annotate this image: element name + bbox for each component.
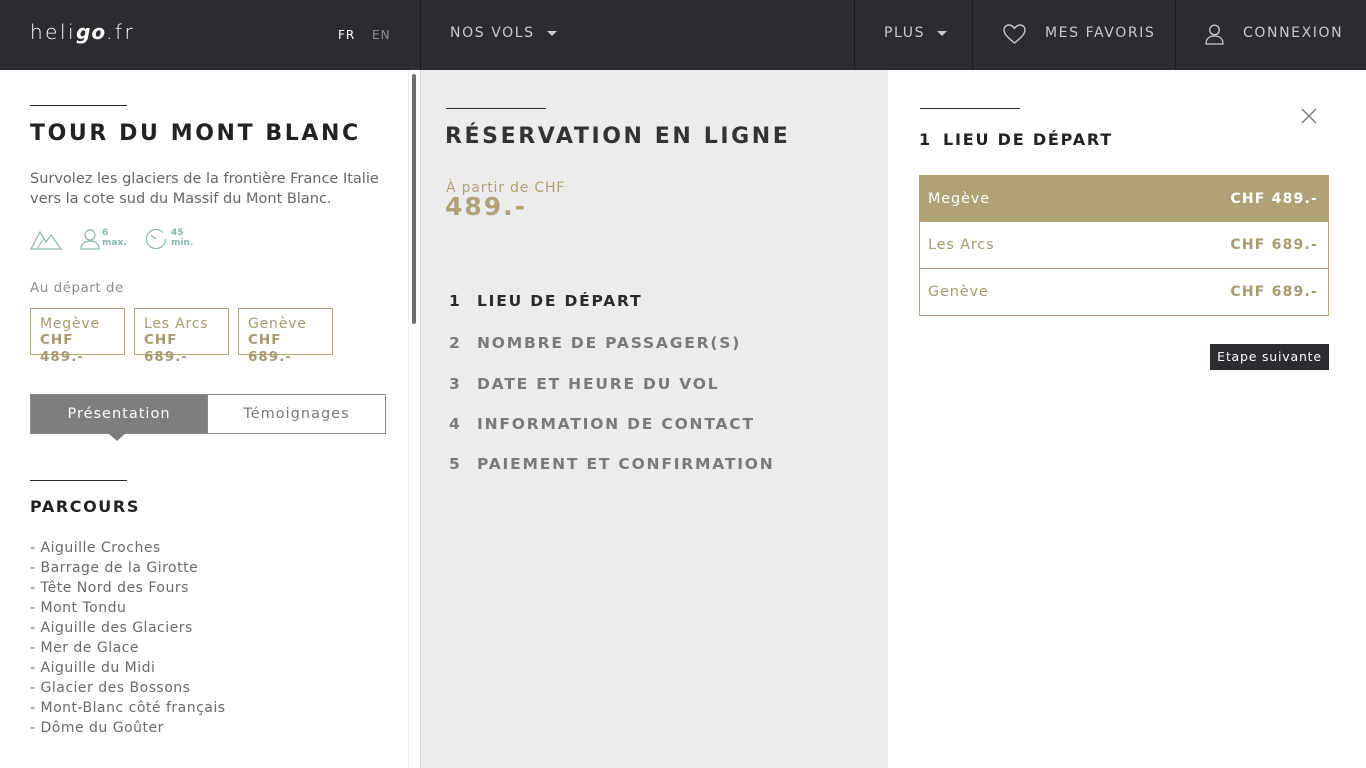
route-list: - Aiguille Croches - Barrage de la Girot…	[30, 538, 226, 738]
option-name: Megève	[928, 190, 990, 207]
step-number: 5	[449, 455, 462, 473]
route-item: - Glacier des Bossons	[30, 680, 191, 696]
tour-description: Survolez les glaciers de la frontière Fr…	[30, 171, 379, 207]
step-label: LIEU DE DÉPART	[477, 292, 643, 310]
route-item: - Mer de Glace	[30, 640, 139, 656]
route-section-title: PARCOURS	[30, 497, 140, 516]
tour-tabs: Présentation Témoignages	[30, 394, 386, 434]
step-label: NOMBRE DE PASSAGER(S)	[477, 334, 742, 352]
nav-divider	[972, 0, 973, 70]
route-item: - Mont Tondu	[30, 600, 127, 616]
step-label: INFORMATION DE CONTACT	[477, 415, 755, 433]
mountain-icon	[30, 228, 63, 254]
lang-en-link[interactable]: EN	[372, 28, 391, 42]
chevron-down-icon	[546, 30, 557, 36]
departure-price: CHF 489.-	[40, 332, 84, 365]
step-number: 4	[449, 415, 462, 433]
person-icon	[80, 228, 100, 254]
heart-icon	[1003, 24, 1026, 49]
nav-more-menu[interactable]: PLUS	[884, 25, 948, 41]
logo-suffix: .fr	[106, 20, 136, 44]
section-rule	[30, 480, 127, 481]
nav-flights-label: NOS VOLS	[450, 25, 535, 41]
next-step-button[interactable]: Etape suivante	[1210, 344, 1329, 370]
option-price: CHF 689.-	[1230, 237, 1318, 253]
step-passengers[interactable]: 2 NOMBRE DE PASSAGER(S)	[449, 334, 741, 352]
tour-title: TOUR DU MONT BLANC	[30, 121, 361, 146]
step-number: 2	[449, 334, 462, 352]
timer-icon	[145, 228, 167, 254]
nav-flights-menu[interactable]: NOS VOLS	[450, 25, 557, 41]
login-link[interactable]: CONNEXION	[1243, 25, 1343, 41]
departure-label: Au départ de	[30, 280, 124, 296]
passengers-number: 6	[102, 228, 109, 238]
step-number: 1	[449, 292, 462, 310]
departure-option-megeve[interactable]: Megève CHF 489.-	[30, 308, 125, 365]
booking-title-rule	[446, 108, 546, 109]
step-departure[interactable]: 1 LIEU DE DÉPART	[449, 292, 642, 310]
option-price: CHF 689.-	[1230, 284, 1318, 300]
departure-name: Les Arcs	[144, 316, 209, 332]
step-title-rule	[920, 108, 1020, 109]
step-payment[interactable]: 5 PAIEMENT ET CONFIRMATION	[449, 455, 775, 473]
left-scrollbar[interactable]	[412, 74, 416, 324]
logo-bold: go	[76, 20, 107, 44]
panel-divider	[408, 70, 409, 768]
route-item: - Dôme du Goûter	[30, 720, 164, 736]
step-date-time[interactable]: 3 DATE ET HEURE DU VOL	[449, 375, 719, 393]
departure-option-les-arcs[interactable]: Les Arcs CHF 689.-	[134, 308, 229, 365]
logo-prefix: heli	[30, 20, 77, 44]
step-label: DATE ET HEURE DU VOL	[477, 375, 720, 393]
option-name: Genève	[928, 284, 989, 300]
lang-fr-link[interactable]: FR	[338, 28, 355, 42]
departure-choice-les-arcs[interactable]: Les Arcs CHF 689.-	[919, 222, 1329, 269]
option-price: CHF 489.-	[1230, 190, 1318, 207]
price-from-value: 489.-	[445, 192, 528, 221]
chevron-down-icon	[937, 30, 948, 36]
step-label: PAIEMENT ET CONFIRMATION	[477, 455, 775, 473]
tab-presentation[interactable]: Présentation	[31, 395, 207, 433]
user-icon	[1205, 24, 1224, 49]
favorites-link[interactable]: MES FAVORIS	[1045, 25, 1155, 41]
step-title-number: 1	[919, 130, 932, 149]
option-name: Les Arcs	[928, 237, 995, 253]
active-tab-pointer	[108, 433, 126, 441]
duration-number: 45	[171, 228, 184, 238]
close-icon[interactable]	[1298, 105, 1320, 127]
passengers-unit: max.	[102, 238, 127, 248]
step-number: 3	[449, 375, 462, 393]
title-rule	[30, 105, 127, 106]
departure-price: CHF 689.-	[144, 332, 188, 365]
heligo-logo[interactable]: heligo.fr	[30, 20, 135, 44]
departure-option-geneve[interactable]: Genève CHF 689.-	[238, 308, 333, 365]
top-nav-bar: heligo.fr FR EN NOS VOLS PLUS MES FAVORI…	[0, 0, 1366, 70]
route-item: - Aiguille des Glaciers	[30, 620, 193, 636]
route-item: - Aiguille Croches	[30, 540, 161, 556]
route-item: - Tête Nord des Fours	[30, 580, 189, 596]
route-item: - Aiguille du Midi	[30, 660, 156, 676]
departure-price: CHF 689.-	[248, 332, 292, 365]
route-item: - Mont-Blanc côté français	[30, 700, 226, 716]
nav-divider	[854, 0, 855, 70]
step-contact[interactable]: 4 INFORMATION DE CONTACT	[449, 415, 755, 433]
step-title-label: LIEU DE DÉPART	[943, 130, 1113, 149]
booking-title: RÉSERVATION EN LIGNE	[445, 124, 791, 149]
departure-name: Genève	[248, 316, 307, 332]
departure-options-list: Megève CHF 489.- Les Arcs CHF 689.- Genè…	[919, 175, 1329, 316]
nav-divider	[1175, 0, 1176, 70]
tab-testimonials[interactable]: Témoignages	[207, 395, 385, 433]
nav-more-label: PLUS	[884, 25, 926, 41]
duration-unit: min.	[171, 238, 194, 248]
nav-divider	[420, 0, 421, 70]
departure-choice-megeve[interactable]: Megève CHF 489.-	[919, 175, 1329, 222]
route-item: - Barrage de la Girotte	[30, 560, 199, 576]
departure-choice-geneve[interactable]: Genève CHF 689.-	[919, 269, 1329, 316]
departure-name: Megève	[40, 316, 100, 332]
step-title: 1 LIEU DE DÉPART	[919, 130, 1113, 149]
